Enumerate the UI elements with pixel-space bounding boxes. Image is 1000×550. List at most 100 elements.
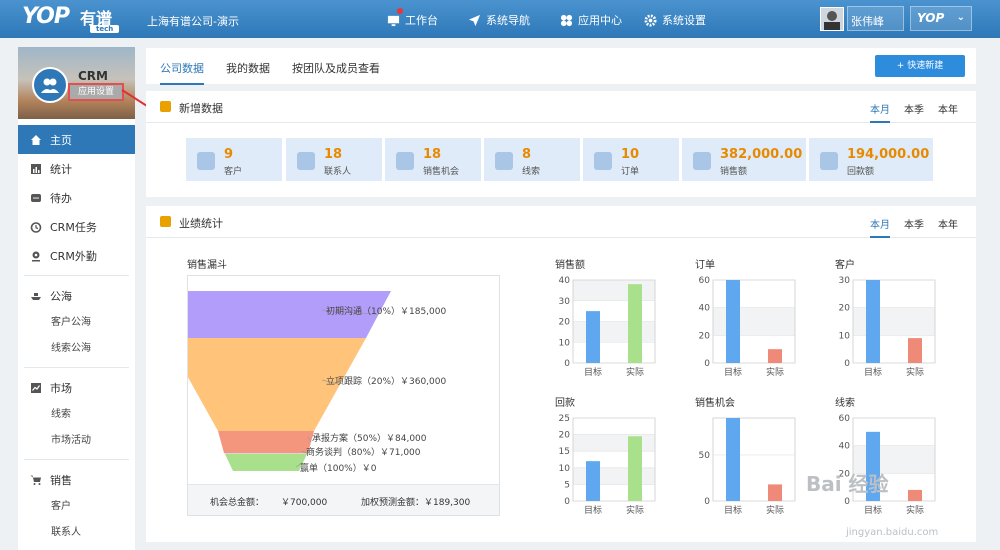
period-quarter[interactable]: 本季 [904,101,924,116]
funnel-stage-label: 立项跟踪（20%）￥360,000 [326,375,446,387]
sidebar-item-todo[interactable]: 待办 [18,183,135,212]
nav-label: 系统导航 [486,14,530,27]
x-tick-label: 目标 [724,504,742,516]
stat-opportunities[interactable]: 18 销售机会 [384,137,482,182]
nav-system-navigation[interactable]: 系统导航 [468,12,530,28]
bar[interactable] [866,280,880,363]
tab-company-data[interactable]: 公司数据 [160,60,204,85]
user-name[interactable]: 张伟峰 [847,6,904,31]
x-tick-label: 目标 [584,366,602,378]
funnel-stage[interactable] [224,453,308,454]
pen-icon [693,152,711,170]
bar[interactable] [768,484,782,501]
mini-bar-chart: 销售机会 0 50 目标 实际 [695,394,815,524]
nav-workbench[interactable]: 工作台 [387,12,438,28]
sidebar-item-campaigns[interactable]: 市场活动 [18,428,135,454]
stat-value: 9 [224,147,234,162]
sidebar-item-lead-sea[interactable]: 线索公海 [18,336,135,362]
grid-band [573,280,655,301]
bar[interactable] [586,311,600,363]
funnel-stage[interactable] [225,454,307,471]
plot-frame [712,417,796,502]
y-tick-label: 15 [559,447,570,457]
sidebar-item-home[interactable]: 主页 [18,125,135,154]
watermark-url: jingyan.baidu.com [846,527,939,538]
y-tick-label: 0 [844,497,850,507]
nav-system-settings[interactable]: 系统设置 [644,12,706,28]
bar[interactable] [726,418,740,501]
bar[interactable] [768,349,782,363]
divider [24,275,129,276]
divider [24,459,129,460]
bar[interactable] [628,436,642,501]
sidebar-item-crm-task[interactable]: CRM任务 [18,212,135,241]
avatar[interactable] [820,7,844,31]
x-tick-label: 实际 [906,366,924,378]
bar[interactable] [908,338,922,363]
bar-chart-icon [160,216,171,227]
sidebar: CRM 应用设置 主页 统计 待办 CRM任务 CRM外勤 公海 客户公海 线索… [18,47,135,550]
nav-app-center[interactable]: 应用中心 [560,12,622,28]
sidebar-item-customer-sea[interactable]: 客户公海 [18,310,135,336]
stat-leads[interactable]: 8 线索 [483,137,581,182]
bar[interactable] [908,489,922,501]
period-quarter[interactable]: 本季 [904,216,924,231]
sidebar-group-sales[interactable]: 销售 [18,465,135,494]
bar[interactable] [726,280,740,363]
monitor-icon [387,15,400,26]
y-tick-label: 0 [704,359,710,369]
stat-label: 联系人 [324,167,352,177]
tab-my-data[interactable]: 我的数据 [226,60,270,76]
mini-chart-svg: 0 10 20 30 目标 实际 [839,276,936,378]
x-tick-label: 目标 [724,366,742,378]
y-tick-label: 10 [839,331,851,341]
stat-label: 销售额 [720,167,748,177]
top-bar: YOP 有谱 tech 上海有谱公司-演示 工作台 系统导航 应用中心 系统设置… [0,0,1000,38]
sidebar-item-label: 统计 [50,162,72,176]
y-tick-label: 20 [839,304,851,314]
stat-payment-amount[interactable]: 194,000.00 回款额 [808,137,934,182]
todo-icon [31,193,41,202]
sidebar-item-stats[interactable]: 统计 [18,154,135,183]
tab-by-team[interactable]: 按团队及成员查看 [292,60,380,76]
stat-contacts[interactable]: 18 联系人 [285,137,383,182]
main-tabs: 公司数据 我的数据 按团队及成员查看 + 快速新建 [146,48,976,85]
stat-value: 10 [621,147,640,162]
logo[interactable]: YOP [22,4,70,29]
period-month[interactable]: 本月 [870,216,890,238]
mini-bar-chart: 回款 0 5 10 15 20 25 目标 实际 [555,394,675,524]
stat-customers[interactable]: 9 客户 [185,137,283,182]
sidebar-item-crm-field[interactable]: CRM外勤 [18,241,135,270]
period-year[interactable]: 本年 [938,216,958,231]
panel-title: 新增数据 [179,102,223,115]
users-icon [32,67,68,103]
stat-orders[interactable]: 10 订单 [582,137,680,182]
org-switcher[interactable]: YOP ⌄ [910,6,972,31]
y-tick-label: 40 [559,276,571,286]
sidebar-item-leads[interactable]: 线索 [18,402,135,428]
y-tick-label: 10 [559,464,571,474]
stat-value: 18 [423,147,442,162]
x-tick-label: 实际 [626,504,644,516]
bar[interactable] [586,461,600,501]
org-label: YOP [917,11,945,25]
apps-icon [560,14,573,26]
bar[interactable] [628,284,642,363]
panel-header: 新增数据 本月 本季 本年 [146,91,976,123]
period-month[interactable]: 本月 [870,101,890,123]
sidebar-group-public-sea[interactable]: 公海 [18,281,135,310]
watermark-logo: Bai 经验 [806,472,889,496]
app-settings-button[interactable]: 应用设置 [68,83,124,101]
quick-new-button[interactable]: + 快速新建 [875,55,965,77]
panel-title: 业绩统计 [179,217,223,230]
funnel-stage[interactable] [218,431,314,453]
stat-sales-amount[interactable]: 382,000.00 销售额 [681,137,807,182]
stat-value: 18 [324,147,343,162]
sidebar-group-market[interactable]: 市场 [18,373,135,402]
company-name: 上海有谱公司-演示 [147,15,239,28]
period-year[interactable]: 本年 [938,101,958,116]
sidebar-item-contacts[interactable]: 联系人 [18,520,135,546]
sidebar-item-customers[interactable]: 客户 [18,494,135,520]
funnel-svg: 初期沟通（10%）￥185,000 立项跟踪（20%）￥360,000 承报方案（5… [141,291,446,474]
funnel-stage-label: 商务谈判（80%）￥71,000 [306,446,421,458]
